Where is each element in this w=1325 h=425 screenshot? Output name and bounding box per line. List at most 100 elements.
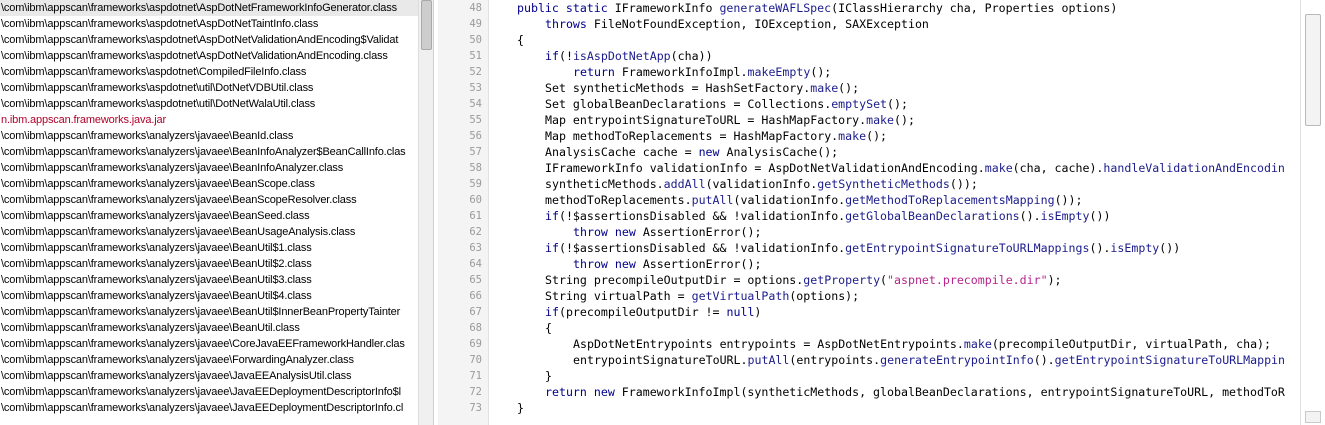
code-token: getMethodToReplacementsMapping <box>845 193 1055 207</box>
file-entry[interactable]: \com\ibm\appscan\frameworks\analyzers\ja… <box>0 304 418 320</box>
code-token: makeEmpty <box>747 65 811 79</box>
code-token: public static <box>517 1 615 15</box>
code-token: ); <box>1047 273 1062 287</box>
line-number: 48 <box>469 2 482 14</box>
code-token: AssertionError(); <box>642 225 762 239</box>
file-entry[interactable]: \com\ibm\appscan\frameworks\analyzers\ja… <box>0 288 418 304</box>
file-entry[interactable]: \com\ibm\appscan\frameworks\analyzers\ja… <box>0 400 418 416</box>
code-token: getProperty <box>803 273 881 287</box>
code-token: AnalysisCache(); <box>726 145 839 159</box>
code-token: ()); <box>1054 193 1083 207</box>
file-entry[interactable]: \com\ibm\appscan\frameworks\analyzers\ja… <box>0 368 418 384</box>
code-line: public static IFrameworkInfo generateWAF… <box>489 0 1300 16</box>
file-entry[interactable]: \com\ibm\appscan\frameworks\aspdotnet\As… <box>0 32 418 48</box>
file-entry[interactable]: \com\ibm\appscan\frameworks\analyzers\ja… <box>0 384 418 400</box>
file-entry[interactable]: \com\ibm\appscan\frameworks\analyzers\ja… <box>0 272 418 288</box>
code-token: if <box>545 305 559 319</box>
code-editor[interactable]: 48 49 50 51 52 53 54 55 56 57 58 59 60 61 62 63 64 65 66 67… <box>438 0 1325 425</box>
code-token: } <box>545 369 552 383</box>
code-line: return new FrameworkInfoImpl(syntheticMe… <box>489 384 1300 400</box>
code-token: entrypointSignatureToURL. <box>573 353 748 367</box>
code-token: handleValidationAndEncodin <box>1103 161 1285 175</box>
code-token: (!$assertionsDisabled && !validationInfo… <box>558 209 846 223</box>
code-token: FrameworkInfoImpl(syntheticMethods, glob… <box>621 385 1285 399</box>
code-line: Map entrypointSignatureToURL = HashMapFa… <box>489 112 1300 128</box>
file-entry[interactable]: \com\ibm\appscan\frameworks\analyzers\ja… <box>0 176 418 192</box>
code-token: getEntrypointSignatureToURLMappin <box>1054 353 1286 367</box>
line-number: 52 <box>469 66 482 78</box>
editor-scrollbar-down-button[interactable] <box>1305 411 1321 423</box>
code-line: String virtualPath = getVirtualPath(opti… <box>489 288 1300 304</box>
code-area[interactable]: public static IFrameworkInfo generateWAF… <box>489 0 1300 425</box>
code-token: Map methodToReplacements = HashMapFactor… <box>545 129 839 143</box>
file-entry[interactable]: \com\ibm\appscan\frameworks\aspdotnet\As… <box>0 48 418 64</box>
file-entry[interactable]: \com\ibm\appscan\frameworks\aspdotnet\ut… <box>0 96 418 112</box>
code-token: make <box>984 161 1013 175</box>
code-line: AspDotNetEntrypoints entrypoints = AspDo… <box>489 336 1300 352</box>
code-token: Map entrypointSignatureToURL = HashMapFa… <box>545 113 867 127</box>
jar-entry[interactable]: n.ibm.appscan.frameworks.java.jar <box>0 112 418 128</box>
file-entry[interactable]: \com\ibm\appscan\frameworks\analyzers\ja… <box>0 208 418 224</box>
code-token: new <box>698 145 727 159</box>
code-line: } <box>489 400 1300 416</box>
file-entry[interactable]: \com\ibm\appscan\frameworks\analyzers\ja… <box>0 128 418 144</box>
line-number: 73 <box>469 402 482 414</box>
file-entry[interactable]: \com\ibm\appscan\frameworks\analyzers\ja… <box>0 320 418 336</box>
file-entry[interactable]: \com\ibm\appscan\frameworks\analyzers\ja… <box>0 144 418 160</box>
code-token: String virtualPath = <box>545 289 692 303</box>
code-token: (validationInfo. <box>733 193 846 207</box>
code-line: if(precompileOutputDir != null) <box>489 304 1300 320</box>
code-token: generateWAFLSpec <box>719 1 832 15</box>
editor-scrollbar[interactable] <box>1300 0 1325 425</box>
code-token: (); <box>838 81 860 95</box>
file-entry[interactable]: \com\ibm\appscan\frameworks\aspdotnet\As… <box>0 0 418 16</box>
editor-scrollbar-thumb[interactable] <box>1305 14 1321 126</box>
file-list: \com\ibm\appscan\frameworks\aspdotnet\As… <box>0 0 418 425</box>
code-token: addAll <box>663 177 706 191</box>
file-entry[interactable]: \com\ibm\appscan\frameworks\aspdotnet\As… <box>0 16 418 32</box>
line-number: 54 <box>469 98 482 110</box>
code-token: isAspDotNetApp <box>572 49 671 63</box>
file-entry[interactable]: \com\ibm\appscan\frameworks\analyzers\ja… <box>0 336 418 352</box>
line-number: 50 <box>469 34 482 46</box>
code-line: throws FileNotFoundException, IOExceptio… <box>489 16 1300 32</box>
code-line: syntheticMethods.addAll(validationInfo.g… <box>489 176 1300 192</box>
file-entry[interactable]: \com\ibm\appscan\frameworks\analyzers\ja… <box>0 256 418 272</box>
code-token: emptySet <box>831 97 888 111</box>
file-entry[interactable]: \com\ibm\appscan\frameworks\aspdotnet\Co… <box>0 64 418 80</box>
code-line: Set syntheticMethods = HashSetFactory.ma… <box>489 80 1300 96</box>
file-entry[interactable]: \com\ibm\appscan\frameworks\analyzers\ja… <box>0 192 418 208</box>
code-token: (precompileOutputDir, virtualPath, cha); <box>991 337 1272 351</box>
line-number: 60 <box>469 194 482 206</box>
code-line: methodToReplacements.putAll(validationIn… <box>489 192 1300 208</box>
file-list-scrollbar[interactable] <box>418 0 433 425</box>
code-token: if <box>545 241 559 255</box>
code-token: (); <box>866 129 888 143</box>
file-entry[interactable]: \com\ibm\appscan\frameworks\analyzers\ja… <box>0 240 418 256</box>
code-line: Map methodToReplacements = HashMapFactor… <box>489 128 1300 144</box>
file-entry[interactable]: \com\ibm\appscan\frameworks\analyzers\ja… <box>0 160 418 176</box>
code-line: { <box>489 320 1300 336</box>
code-line: if(!$assertionsDisabled && !validationIn… <box>489 208 1300 224</box>
code-token: getGlobalBeanDeclarations <box>845 209 1020 223</box>
code-token: (). <box>1033 353 1055 367</box>
code-line: IFrameworkInfo validationInfo = AspDotNe… <box>489 160 1300 176</box>
code-token: syntheticMethods. <box>545 177 664 191</box>
code-token: (). <box>1019 209 1041 223</box>
file-entry[interactable]: \com\ibm\appscan\frameworks\analyzers\ja… <box>0 224 418 240</box>
code-token: (); <box>810 65 832 79</box>
code-token: make <box>810 81 839 95</box>
code-token: (cha)) <box>670 49 713 63</box>
file-entry[interactable]: \com\ibm\appscan\frameworks\aspdotnet\ut… <box>0 80 418 96</box>
code-token: (entrypoints. <box>789 353 881 367</box>
code-token: putAll <box>691 193 734 207</box>
file-list-scrollbar-thumb[interactable] <box>421 0 432 50</box>
code-token: throw new <box>573 225 643 239</box>
code-token: } <box>517 401 524 415</box>
code-line: String precompileOutputDir = options.get… <box>489 272 1300 288</box>
code-line: AnalysisCache cache = new AnalysisCache(… <box>489 144 1300 160</box>
code-line: entrypointSignatureToURL.putAll(entrypoi… <box>489 352 1300 368</box>
file-entry[interactable]: \com\ibm\appscan\frameworks\analyzers\ja… <box>0 352 418 368</box>
line-number: 62 <box>469 226 482 238</box>
line-number: 56 <box>469 130 482 142</box>
